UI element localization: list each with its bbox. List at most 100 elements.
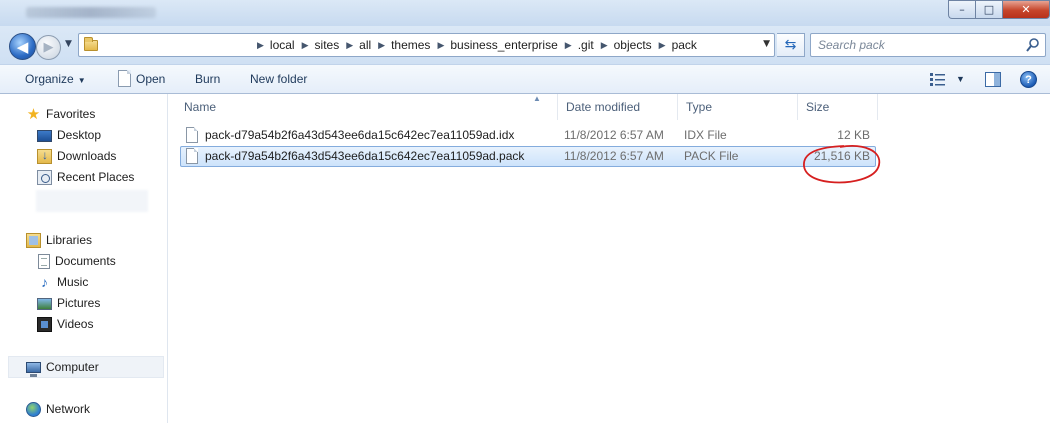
folder-icon [84, 36, 98, 51]
breadcrumb-separator-icon[interactable]: ▶ [565, 40, 572, 51]
nav-favorites[interactable]: ★ Favorites [26, 104, 96, 124]
breadcrumb-item[interactable]: all [358, 38, 372, 52]
maximize-button[interactable]: □ [975, 0, 1002, 19]
column-header-name[interactable]: Name [176, 94, 558, 120]
breadcrumb-item[interactable]: sites [314, 38, 341, 52]
file-icon [186, 148, 198, 164]
forward-arrow-icon[interactable]: ▶ [36, 35, 61, 60]
address-redacted [101, 36, 251, 54]
nav-recent-places-label: Recent Places [57, 170, 135, 184]
computer-icon [26, 361, 41, 377]
search-placeholder: Search pack [818, 38, 885, 52]
nav-libraries[interactable]: Libraries [26, 230, 92, 250]
chevron-down-icon: ▼ [77, 76, 86, 85]
breadcrumb-separator-icon[interactable]: ▶ [257, 40, 264, 51]
documents-icon [38, 253, 50, 269]
breadcrumb-separator-icon[interactable]: ▶ [659, 40, 666, 51]
breadcrumb-separator-icon[interactable]: ▶ [601, 40, 608, 51]
close-button[interactable]: ✕ [1002, 0, 1050, 19]
breadcrumb-item[interactable]: local [269, 38, 296, 52]
nav-network[interactable]: Network [26, 399, 90, 419]
table-row[interactable]: pack-d79a54b2f6a43d543ee6da15c642ec7ea11… [180, 146, 876, 167]
address-bar[interactable]: ▶ local ▶ sites ▶ all ▶ themes ▶ business_enterpr… [78, 33, 775, 57]
nav-desktop[interactable]: Desktop [37, 125, 101, 145]
help-icon[interactable]: ? [1020, 71, 1037, 88]
breadcrumb-item[interactable]: business_enterprise [449, 38, 558, 52]
breadcrumb-separator-icon[interactable]: ▶ [302, 40, 309, 51]
column-header-date[interactable]: Date modified [558, 94, 678, 120]
nav-pictures-label: Pictures [57, 296, 101, 310]
window-controls: – □ ✕ [948, 0, 1050, 19]
nav-videos-label: Videos [57, 317, 94, 331]
nav-network-label: Network [46, 402, 91, 416]
breadcrumb-item[interactable]: objects [613, 38, 653, 52]
nav-documents[interactable]: Documents [38, 251, 116, 271]
column-header-size[interactable]: Size [798, 94, 878, 120]
nav-videos[interactable]: Videos [37, 314, 93, 334]
preview-pane-icon[interactable] [985, 72, 1001, 87]
file-list: ▲ Name Date modified Type Size pack-d79a… [168, 94, 1050, 423]
nav-desktop-label: Desktop [57, 128, 102, 142]
nav-music-label: Music [57, 275, 89, 289]
search-input[interactable]: Search pack [810, 33, 1046, 57]
new-folder-button[interactable]: New folder [250, 72, 307, 86]
file-date: 11/8/2012 6:57 AM [564, 149, 664, 163]
nav-libraries-label: Libraries [46, 233, 93, 247]
breadcrumb: ▶ local ▶ sites ▶ all ▶ themes ▶ business_enterpr… [251, 38, 698, 52]
videos-icon [37, 316, 52, 332]
file-type: PACK File [684, 149, 739, 163]
navigation-pane: ★ Favorites Desktop Downloads Recent Pla… [0, 94, 168, 423]
file-name: pack-d79a54b2f6a43d543ee6da15c642ec7ea11… [205, 128, 515, 142]
command-bar: Organize ▼ Open Burn New folder ▼ ? [0, 64, 1050, 94]
file-name: pack-d79a54b2f6a43d543ee6da15c642ec7ea11… [205, 149, 525, 163]
search-icon[interactable] [1026, 38, 1039, 52]
file-date: 11/8/2012 6:57 AM [564, 128, 664, 142]
pictures-icon [37, 298, 52, 310]
explorer-content: ★ Favorites Desktop Downloads Recent Pla… [0, 94, 1050, 423]
minimize-button[interactable]: – [948, 0, 975, 19]
open-button[interactable]: Open [136, 72, 165, 86]
file-icon [186, 127, 198, 143]
breadcrumb-separator-icon[interactable]: ▶ [437, 40, 444, 51]
nav-recent-places[interactable]: Recent Places [37, 167, 134, 187]
burn-button[interactable]: Burn [195, 72, 220, 86]
nav-item-redacted [36, 190, 148, 212]
nav-documents-label: Documents [55, 254, 116, 268]
views-icon[interactable] [930, 73, 946, 86]
views-dropdown-icon[interactable]: ▼ [956, 74, 965, 84]
libraries-icon [26, 232, 41, 248]
breadcrumb-separator-icon[interactable]: ▶ [346, 40, 353, 51]
address-history-dropdown-icon[interactable]: ▼ [763, 39, 770, 49]
nav-pictures[interactable]: Pictures [37, 293, 100, 313]
recent-places-icon [37, 169, 52, 185]
nav-computer[interactable]: Computer [26, 357, 99, 377]
star-icon: ★ [26, 105, 41, 123]
breadcrumb-item[interactable]: .git [577, 38, 595, 52]
navigation-bar: ◀ ▶ ▼ ▶ local ▶ sites ▶ all ▶ themes ▶ business_e… [0, 26, 1050, 64]
network-icon [26, 401, 41, 417]
nav-music[interactable]: ♪ Music [37, 272, 88, 292]
nav-computer-label: Computer [46, 360, 99, 374]
title-bar: – □ ✕ [0, 0, 1050, 26]
music-icon: ♪ [41, 273, 48, 290]
document-icon [118, 70, 131, 87]
column-header-type[interactable]: Type [678, 94, 798, 120]
organize-menu[interactable]: Organize ▼ [25, 72, 86, 86]
nav-downloads-label: Downloads [57, 149, 117, 163]
file-size: 21,516 KB [813, 149, 870, 163]
desktop-icon [37, 130, 52, 142]
file-size: 12 KB [837, 128, 870, 142]
breadcrumb-item[interactable]: themes [390, 38, 431, 52]
downloads-icon [37, 148, 52, 164]
breadcrumb-separator-icon[interactable]: ▶ [378, 40, 385, 51]
back-arrow-icon[interactable]: ◀ [9, 33, 36, 60]
window-title-blurred [26, 7, 156, 18]
refresh-icon[interactable]: ⇆ [777, 33, 805, 57]
table-row[interactable]: pack-d79a54b2f6a43d543ee6da15c642ec7ea11… [180, 125, 876, 146]
organize-label: Organize [25, 72, 74, 86]
file-type: IDX File [684, 128, 727, 142]
breadcrumb-item[interactable]: pack [671, 38, 698, 52]
nav-favorites-label: Favorites [46, 107, 96, 121]
recent-pages-dropdown-icon[interactable]: ▼ [65, 39, 72, 49]
nav-downloads[interactable]: Downloads [37, 146, 116, 166]
